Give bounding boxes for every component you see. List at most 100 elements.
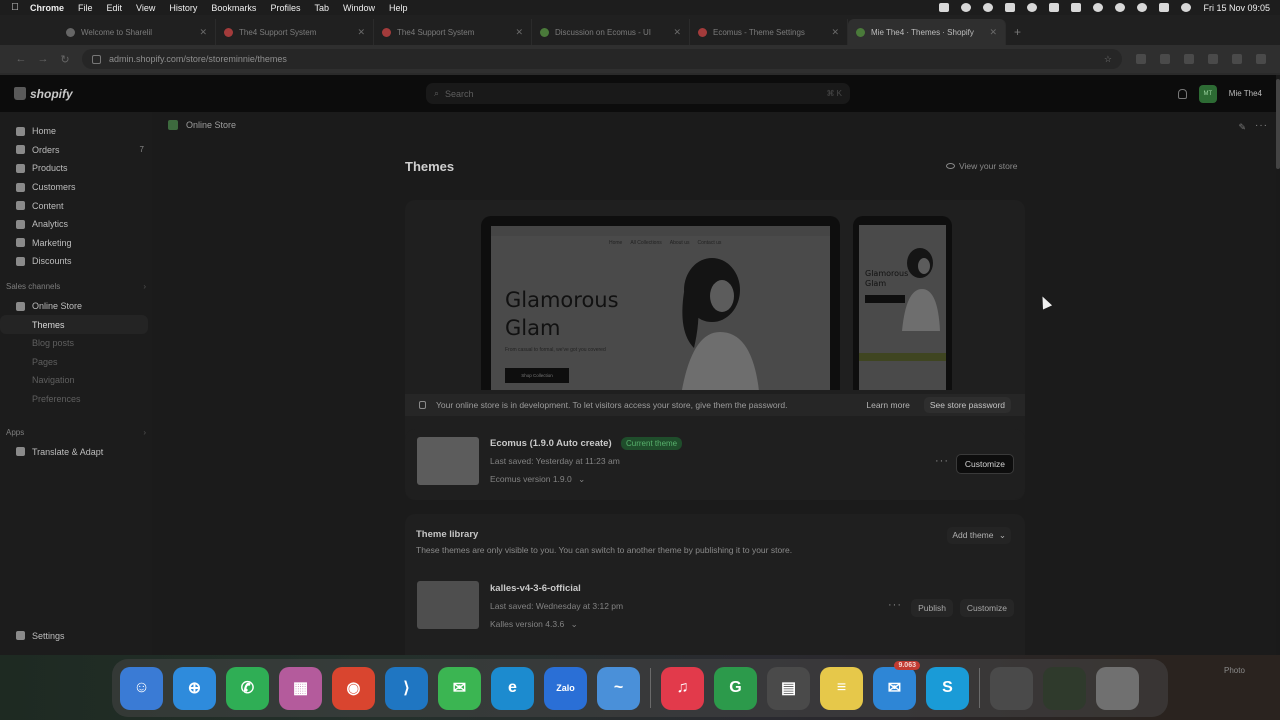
siri-icon[interactable] — [1181, 3, 1192, 12]
menu-app-name[interactable]: Chrome — [30, 3, 64, 13]
add-theme-button[interactable]: Add theme ⌄ — [947, 527, 1011, 544]
customize-button[interactable]: Customize — [959, 599, 1014, 617]
more-actions-icon[interactable]: ··· — [1255, 120, 1268, 131]
browser-tab[interactable]: The4 Support System ✕ — [216, 19, 374, 45]
learn-more-link[interactable]: Learn more — [866, 400, 909, 410]
browser-tab[interactable]: The4 Support System ✕ — [374, 19, 532, 45]
see-store-password-button[interactable]: See store password — [923, 397, 1011, 413]
reload-icon[interactable]: ↻ — [54, 53, 76, 66]
theme-more-actions-button[interactable]: ··· — [935, 455, 949, 467]
menu-bookmarks[interactable]: Bookmarks — [211, 3, 256, 13]
headphones-icon[interactable] — [1137, 3, 1148, 12]
dock-music-icon[interactable]: ♫ — [661, 666, 704, 710]
apple-icon[interactable]:  — [0, 2, 30, 13]
browser-tab[interactable]: Ecomus - Theme Settings ✕ — [690, 19, 848, 45]
dock-messages-icon[interactable]: ✉ — [438, 666, 481, 710]
dock-calculator-icon[interactable]: ▤ — [767, 666, 810, 710]
sidebar-item-orders[interactable]: Orders 7 — [0, 141, 152, 160]
dock-vscode-icon[interactable]: ⟩ — [385, 666, 428, 710]
sidebar-item-home[interactable]: Home — [0, 122, 152, 141]
customize-button[interactable]: Customize — [955, 454, 1014, 474]
vpn-icon[interactable] — [1027, 3, 1038, 12]
dock-finder-icon[interactable]: ☺ — [120, 666, 163, 710]
pin-icon[interactable]: ✎ — [1238, 122, 1246, 133]
profile-icon[interactable] — [1232, 54, 1242, 64]
menu-file[interactable]: File — [78, 3, 93, 13]
theme-version[interactable]: Ecomus version 1.9.0 ⌄ — [490, 474, 585, 485]
dock-freeform-icon[interactable]: ~ — [597, 666, 640, 710]
menu-history[interactable]: History — [169, 3, 197, 13]
close-tab-icon[interactable]: ✕ — [831, 27, 839, 38]
bookmark-star-icon[interactable]: ☆ — [1104, 54, 1112, 65]
skype-status-icon[interactable] — [939, 3, 950, 12]
sidebar-item-analytics[interactable]: Analytics — [0, 215, 152, 234]
sidebar-item-online-store[interactable]: Online Store — [0, 297, 152, 316]
page-scrollbar[interactable] — [1276, 75, 1280, 655]
sidebar-item-blog-posts[interactable]: Blog posts — [0, 334, 152, 353]
dock-sheets-icon[interactable]: G — [714, 666, 757, 710]
sidebar-item-translate-adapt[interactable]: Translate & Adapt — [0, 442, 152, 461]
apps-section[interactable]: Apps › — [0, 422, 152, 442]
menu-tab[interactable]: Tab — [314, 3, 329, 13]
vpn-v-icon[interactable] — [1049, 3, 1060, 12]
sidebar-item-marketing[interactable]: Marketing — [0, 234, 152, 253]
address-bar[interactable]: admin.shopify.com/store/storeminnie/them… — [82, 49, 1122, 69]
store-avatar[interactable]: MT — [1198, 84, 1217, 103]
scrollbar-thumb[interactable] — [1276, 79, 1280, 169]
sidebar-item-discounts[interactable]: Discounts — [0, 252, 152, 271]
dock-trash-icon[interactable] — [1096, 666, 1139, 710]
dock-chrome-icon[interactable]: ◉ — [332, 666, 375, 710]
dock-safari-icon[interactable]: ⊕ — [173, 666, 216, 710]
dock-mail-icon[interactable]: ✉ 9.063 — [873, 660, 920, 710]
site-info-icon[interactable] — [92, 54, 101, 64]
menu-window[interactable]: Window — [343, 3, 375, 13]
dock-zalo-icon[interactable]: Zalo — [544, 666, 587, 710]
dock-whatsapp-icon[interactable]: ✆ — [226, 666, 269, 710]
app-status-icon[interactable] — [983, 3, 994, 12]
dock-edge-icon[interactable]: e — [491, 666, 534, 710]
publish-button[interactable]: Publish — [911, 599, 953, 617]
view-store-link[interactable]: View your store — [946, 161, 1017, 171]
sidebar-item-pages[interactable]: Pages — [0, 353, 152, 372]
store-name[interactable]: Mie The4 — [1229, 89, 1262, 98]
new-tab-button[interactable]: + — [1014, 19, 1021, 45]
translate-extension-icon[interactable] — [1136, 54, 1146, 64]
extension-icon[interactable] — [1160, 54, 1170, 64]
notifications-bell-icon[interactable] — [1177, 88, 1187, 99]
dock-notes-icon[interactable]: ≡ — [820, 666, 863, 710]
sidebar-item-content[interactable]: Content — [0, 196, 152, 215]
brightness-icon[interactable] — [961, 3, 972, 12]
close-tab-icon[interactable]: ✕ — [199, 27, 207, 38]
download-icon[interactable] — [1208, 54, 1218, 64]
menu-edit[interactable]: Edit — [107, 3, 123, 13]
browser-tab-active[interactable]: Mie The4 · Themes · Shopify ✕ — [848, 19, 1006, 45]
forward-icon[interactable]: → — [32, 53, 54, 65]
sidebar-item-themes[interactable]: Themes — [0, 315, 148, 334]
clipboard-icon[interactable] — [1005, 3, 1016, 12]
bluetooth-icon[interactable] — [1071, 3, 1082, 12]
theme-thumbnail[interactable] — [417, 437, 479, 485]
dock-skype-icon[interactable]: S — [926, 666, 969, 710]
sidebar-item-settings[interactable]: Settings — [0, 626, 65, 645]
sales-channels-section[interactable]: Sales channels › — [0, 277, 152, 297]
sidebar-item-navigation[interactable]: Navigation — [0, 371, 152, 390]
sidebar-item-products[interactable]: Products — [0, 159, 152, 178]
menu-view[interactable]: View — [136, 3, 155, 13]
browser-tab[interactable]: Discussion on Ecomus - UI ✕ — [532, 19, 690, 45]
theme-thumbnail[interactable] — [417, 581, 479, 629]
close-tab-icon[interactable]: ✕ — [673, 27, 681, 38]
menubar-clock[interactable]: Fri 15 Nov 09:05 — [1203, 3, 1270, 13]
menu-profiles[interactable]: Profiles — [270, 3, 300, 13]
close-tab-icon[interactable]: ✕ — [357, 27, 365, 38]
dock-launchpad-icon[interactable]: ▦ — [279, 666, 322, 710]
sidebar-item-preferences[interactable]: Preferences — [0, 390, 152, 409]
back-icon[interactable]: ← — [10, 53, 32, 65]
theme-version[interactable]: Kalles version 4.3.6 ⌄ — [490, 619, 578, 630]
chrome-menu-icon[interactable] — [1256, 54, 1266, 64]
wifi-icon[interactable] — [1093, 3, 1104, 12]
close-tab-icon[interactable]: ✕ — [989, 27, 997, 38]
spotlight-icon[interactable] — [1115, 3, 1126, 12]
shopify-logo[interactable]: shopify — [14, 87, 73, 101]
side-panel-icon[interactable] — [1184, 54, 1194, 64]
breadcrumb[interactable]: Online Store — [168, 120, 236, 130]
